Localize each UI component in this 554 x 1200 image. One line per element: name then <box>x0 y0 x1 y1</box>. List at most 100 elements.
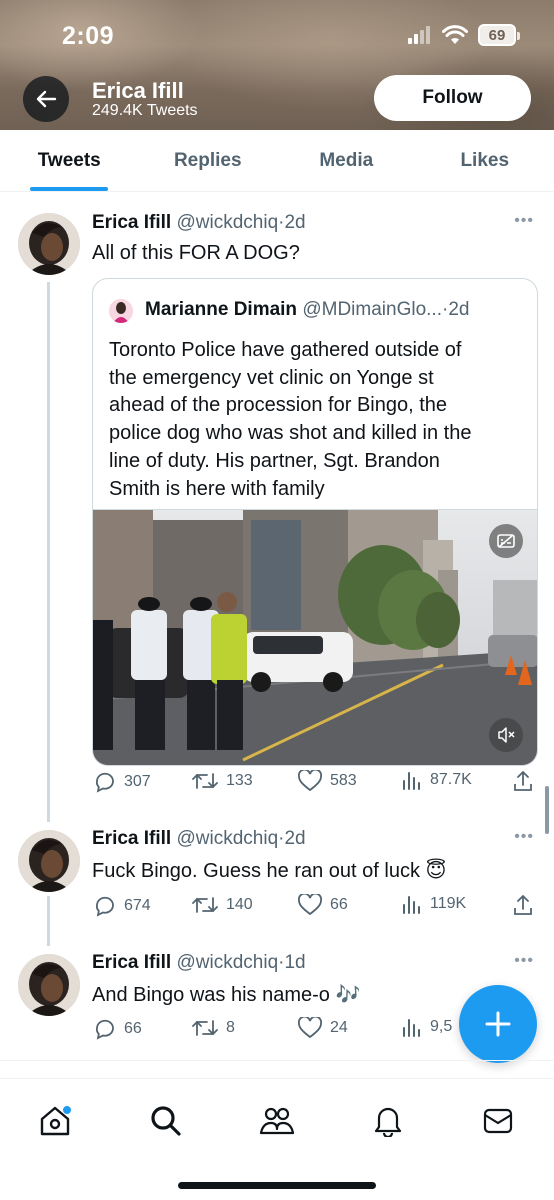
view-count: 87.7K <box>430 771 472 788</box>
tweet-text: And Bingo was his name-o 🎶 <box>92 984 361 1006</box>
quote-time: 2d <box>448 299 470 320</box>
more-icon[interactable]: ••• <box>514 828 534 846</box>
author-name[interactable]: Erica Ifill <box>92 952 171 973</box>
tab-label: Tweets <box>37 150 101 171</box>
compose-button[interactable] <box>459 985 537 1063</box>
avatar[interactable] <box>18 830 80 892</box>
compose-icon <box>485 1011 511 1037</box>
reply-icon <box>95 1019 114 1040</box>
tab-label: Replies <box>173 150 242 171</box>
share-button[interactable] <box>512 770 534 792</box>
author-handle[interactable]: @wickdchiq <box>176 952 278 973</box>
tweet[interactable] <box>0 0 554 1</box>
views-icon <box>403 772 420 790</box>
quote-line: police dog who was shot and killed in th… <box>109 422 472 445</box>
share-icon <box>514 895 532 915</box>
retweet-button[interactable]: 140 <box>192 894 253 916</box>
video-thumbnail <box>93 510 537 765</box>
reply-icon <box>95 896 114 917</box>
avatar[interactable] <box>18 213 80 275</box>
like-icon <box>298 1017 322 1039</box>
tweet-time: 2d <box>284 212 306 233</box>
active-tab-indicator <box>30 187 109 191</box>
tweet-time: 2d <box>284 828 306 849</box>
signal-icon <box>408 26 430 44</box>
author-handle[interactable]: @wickdchiq <box>176 828 278 849</box>
captions-icon[interactable] <box>489 524 523 558</box>
status-time: 2:09 <box>62 22 115 50</box>
reply-button[interactable]: 66 <box>92 1017 142 1041</box>
retweet-button[interactable]: 8 <box>192 1017 235 1039</box>
nav-messages[interactable] <box>478 1101 518 1141</box>
author-name[interactable]: Erica Ifill <box>92 828 171 849</box>
reply-button[interactable]: 307 <box>92 770 151 794</box>
mute-icon[interactable] <box>489 718 523 752</box>
scrollbar[interactable] <box>545 786 549 834</box>
profile-header: 2:09 69 Erica Ifill 249.4K Tweets Follow <box>0 0 554 130</box>
nav-notifications[interactable] <box>368 1101 408 1141</box>
retweet-count: 140 <box>226 896 253 913</box>
back-arrow-icon <box>36 90 57 108</box>
like-count: 66 <box>330 896 348 913</box>
home-icon <box>40 1106 71 1136</box>
reply-count: 66 <box>124 1020 142 1037</box>
like-button[interactable]: 66 <box>298 894 348 916</box>
nav-home[interactable] <box>35 1101 75 1141</box>
quote-line: the emergency vet clinic on Yonge st <box>109 366 434 389</box>
like-button[interactable]: 583 <box>298 770 357 792</box>
nav-search[interactable] <box>146 1101 186 1141</box>
quoted-tweet[interactable]: Marianne Dimain @MDimainGlo...·2d Toront… <box>92 278 538 766</box>
tab-likes[interactable]: Likes <box>416 130 554 191</box>
author-handle[interactable]: @wickdchiq <box>176 212 278 233</box>
views-button[interactable]: 87.7K <box>402 770 472 790</box>
tweet-header: Erica Ifill @wickdchiq·2d <box>92 212 306 234</box>
retweet-count: 133 <box>226 772 253 789</box>
thread-line <box>47 896 50 946</box>
reply-count: 674 <box>124 897 151 914</box>
messages-icon <box>483 1108 513 1134</box>
views-button[interactable]: 119K <box>402 894 466 914</box>
tweet-text: Fuck Bingo. Guess he ran out of luck 😇 <box>92 860 447 882</box>
home-indicator <box>178 1182 376 1189</box>
view-count: 9,5 <box>430 1018 453 1035</box>
communities-icon <box>259 1107 295 1135</box>
like-icon <box>298 770 322 792</box>
views-button[interactable]: 9,5 <box>402 1017 452 1037</box>
back-button[interactable] <box>23 76 69 122</box>
quote-line: Toronto Police have gathered outside of <box>109 339 462 361</box>
tweet-actions: 307 133 583 87.7K <box>92 770 540 796</box>
reply-button[interactable]: 674 <box>92 894 151 918</box>
tab-media[interactable]: Media <box>277 130 416 191</box>
thread-line <box>47 282 50 822</box>
view-count: 119K <box>430 895 467 912</box>
tweet-actions: 674 140 66 119K <box>92 894 540 920</box>
views-icon <box>403 896 420 914</box>
profile-name: Erica Ifill <box>92 78 184 103</box>
reply-count: 307 <box>124 773 151 790</box>
like-icon <box>298 894 322 916</box>
tweet-time: 1d <box>284 952 306 973</box>
avatar[interactable] <box>18 954 80 1016</box>
like-button[interactable]: 24 <box>298 1017 348 1039</box>
quote-line: ahead of the procession for Bingo, the <box>109 394 448 417</box>
notifications-icon <box>374 1107 402 1137</box>
retweet-button[interactable]: 133 <box>192 770 253 792</box>
author-name[interactable]: Erica Ifill <box>92 212 171 233</box>
tab-label: Likes <box>460 150 510 171</box>
reply-icon <box>95 772 114 793</box>
tab-replies[interactable]: Replies <box>139 130 278 191</box>
follow-button[interactable]: Follow <box>374 75 531 121</box>
nav-communities[interactable] <box>257 1101 297 1141</box>
divider <box>0 1060 554 1061</box>
retweet-icon <box>192 1020 218 1036</box>
battery-level: 69 <box>488 27 506 44</box>
share-button[interactable] <box>512 894 534 916</box>
retweet-count: 8 <box>226 1019 235 1036</box>
tab-tweets[interactable]: Tweets <box>0 130 139 191</box>
more-icon[interactable]: ••• <box>514 952 534 970</box>
more-icon[interactable]: ••• <box>514 212 534 230</box>
quote-text: Toronto Police have gathered outside of … <box>109 337 529 503</box>
quote-avatar <box>109 299 133 323</box>
quote-author-name: Marianne Dimain <box>145 299 298 320</box>
quote-video[interactable] <box>93 509 537 765</box>
